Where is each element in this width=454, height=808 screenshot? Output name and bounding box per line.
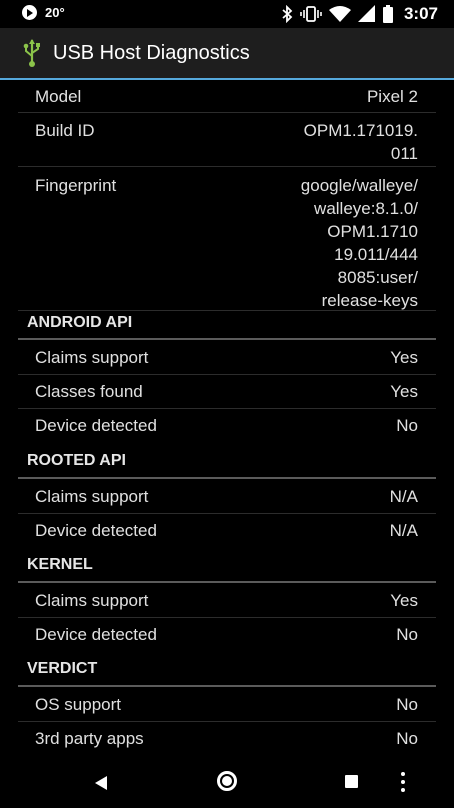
row-value: No bbox=[396, 416, 418, 435]
navigation-bar bbox=[0, 764, 454, 808]
row-label: Fingerprint bbox=[35, 176, 117, 195]
list-item-classes-found: Classes found Yes bbox=[18, 374, 436, 409]
row-label: OS support bbox=[35, 695, 121, 714]
temperature: 20° bbox=[45, 5, 65, 20]
row-value: google/walleye/ walleye:8.1.0/ OPM1.1710… bbox=[301, 174, 418, 312]
row-label: 3rd party apps bbox=[35, 729, 144, 748]
recents-icon[interactable] bbox=[345, 775, 358, 788]
row-label: Device detected bbox=[35, 521, 157, 540]
wifi-icon bbox=[328, 6, 351, 22]
list-item-claims-support: Claims support Yes bbox=[18, 583, 436, 618]
list-item-device-detected: Device detected N/A bbox=[18, 513, 436, 547]
section-header-verdict: VERDICT bbox=[18, 655, 436, 687]
battery-icon bbox=[382, 5, 393, 23]
row-label: Build ID bbox=[35, 121, 95, 140]
row-value-line: walleye:8.1.0/ bbox=[314, 199, 418, 218]
list-item-device-detected: Device detected No bbox=[18, 408, 436, 442]
section-header-kernel: KERNEL bbox=[18, 551, 436, 583]
diagnostics-list[interactable]: Model Pixel 2 Build ID OPM1.171019. 011 … bbox=[0, 80, 454, 764]
row-value-line: OPM1.171019. bbox=[303, 121, 418, 140]
overflow-menu-icon[interactable] bbox=[401, 772, 405, 792]
section-title: ANDROID API bbox=[27, 314, 133, 331]
list-item-build-id: Build ID OPM1.171019. 011 bbox=[18, 112, 436, 167]
list-item-claims-support: Claims support N/A bbox=[18, 479, 436, 514]
row-value: No bbox=[396, 695, 418, 714]
row-label: Claims support bbox=[35, 591, 149, 610]
row-value-line: google/walleye/ bbox=[300, 176, 418, 195]
row-value: Yes bbox=[390, 591, 418, 610]
row-label: Device detected bbox=[35, 416, 157, 435]
clock: 3:07 bbox=[403, 4, 438, 23]
row-value: OPM1.171019. 011 bbox=[304, 119, 418, 165]
row-value: No bbox=[396, 729, 418, 748]
home-icon[interactable] bbox=[217, 771, 237, 791]
row-value: Pixel 2 bbox=[366, 87, 418, 106]
app-title: USB Host Diagnostics bbox=[53, 42, 250, 64]
list-item-model: Model Pixel 2 bbox=[18, 80, 436, 113]
row-label: Model bbox=[35, 87, 82, 106]
list-item-os-support: OS support No bbox=[18, 687, 436, 722]
row-label: Claims support bbox=[35, 487, 149, 506]
section-title: KERNEL bbox=[27, 556, 93, 573]
play-icon bbox=[22, 5, 37, 20]
app-bar: USB Host Diagnostics bbox=[0, 28, 454, 80]
list-item-claims-support: Claims support Yes bbox=[18, 340, 436, 375]
row-value-line: 8085:user/ bbox=[337, 268, 418, 287]
row-label: Classes found bbox=[35, 382, 143, 401]
section-title: ROOTED API bbox=[27, 452, 126, 469]
row-label: Device detected bbox=[35, 625, 157, 644]
row-value: N/A bbox=[389, 521, 418, 540]
row-value-line: 19.011/444 bbox=[334, 245, 418, 264]
list-item-3rd-party-apps: 3rd party apps No bbox=[18, 721, 436, 755]
row-label: Claims support bbox=[35, 348, 149, 367]
bluetooth-icon bbox=[282, 5, 293, 23]
section-title: VERDICT bbox=[27, 660, 98, 677]
signal-icon bbox=[357, 5, 375, 22]
back-icon[interactable] bbox=[94, 775, 108, 791]
vibrate-icon bbox=[300, 6, 322, 22]
list-item-device-detected: Device detected No bbox=[18, 617, 436, 651]
row-value: No bbox=[396, 625, 418, 644]
usb-icon bbox=[23, 39, 40, 67]
row-value-line: release-keys bbox=[321, 291, 418, 310]
status-bar: 20° 3:07 bbox=[0, 0, 454, 28]
row-value-line: 011 bbox=[390, 144, 418, 163]
row-value: Yes bbox=[390, 382, 418, 401]
section-header-rooted-api: ROOTED API bbox=[18, 447, 436, 479]
row-value: N/A bbox=[389, 487, 418, 506]
section-header-android-api: ANDROID API bbox=[18, 310, 436, 340]
row-value: Yes bbox=[390, 348, 418, 367]
list-item-fingerprint: Fingerprint google/walleye/ walleye:8.1.… bbox=[18, 166, 436, 311]
row-value-line: OPM1.1710 bbox=[327, 222, 418, 241]
